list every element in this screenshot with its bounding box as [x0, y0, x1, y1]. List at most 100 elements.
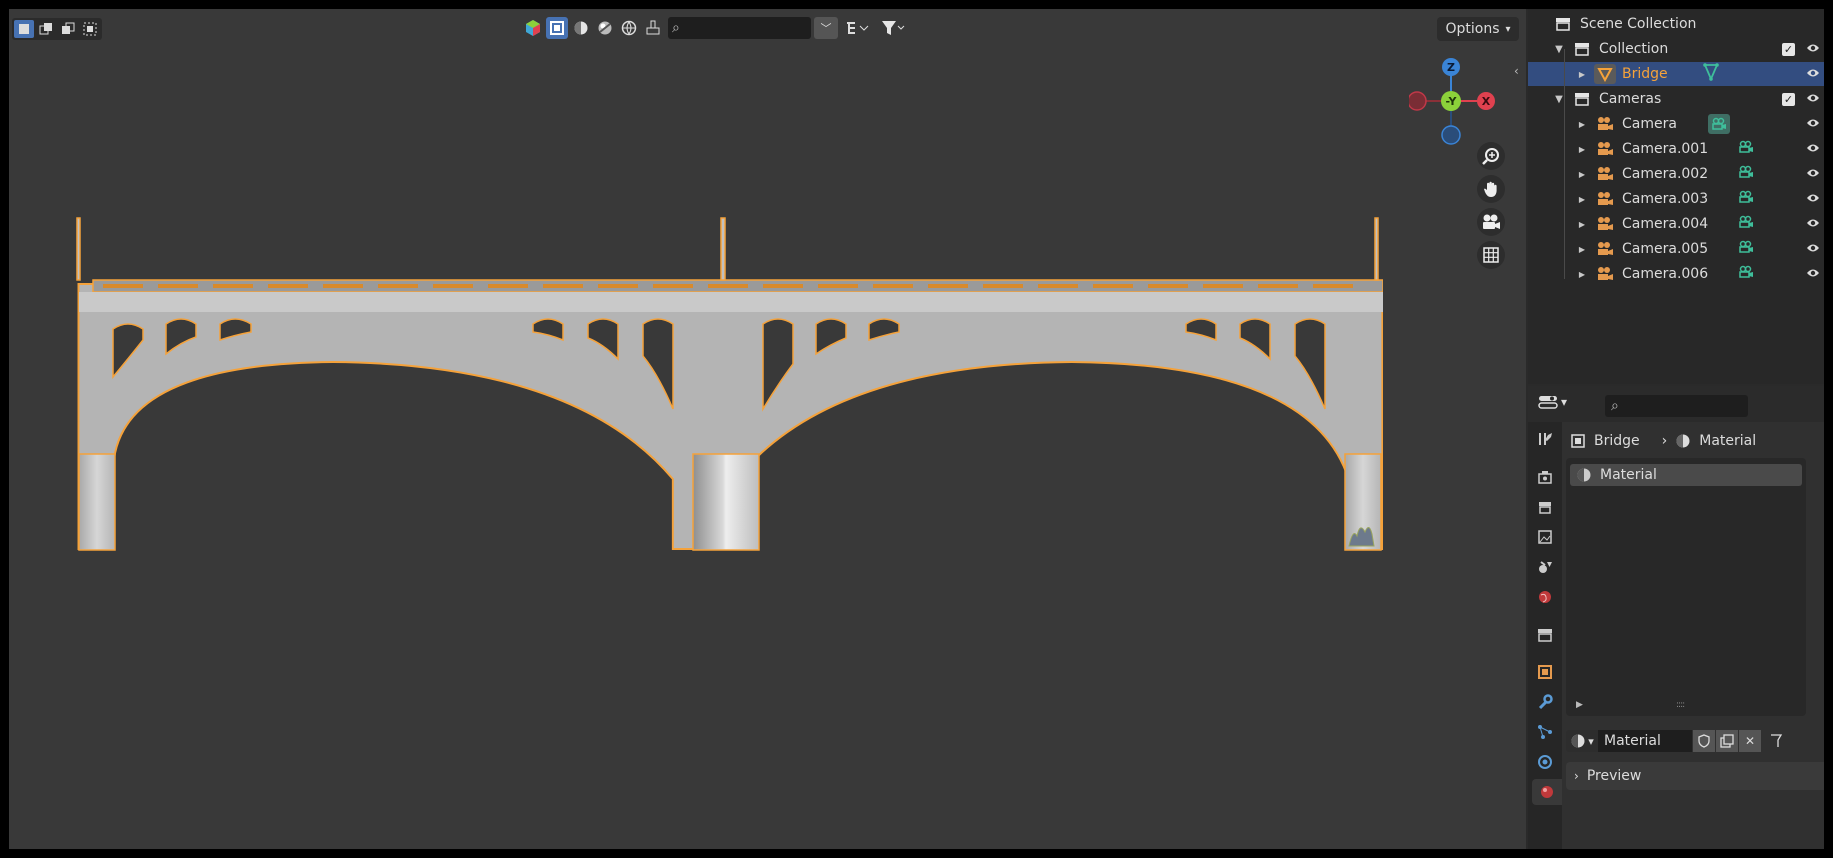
material-sphere-icon	[1571, 734, 1585, 748]
collection-box-icon	[1571, 89, 1593, 109]
material-name-value: Material	[1604, 733, 1661, 749]
fake-user-shield-icon[interactable]	[1693, 730, 1715, 752]
tool-settings-icon[interactable]	[1532, 426, 1558, 452]
expand-right-icon[interactable]: ▶	[1576, 270, 1588, 279]
physics-icon[interactable]	[1532, 749, 1558, 775]
camera-data-icon[interactable]	[1738, 190, 1754, 208]
outliner-row-camera-001[interactable]: ▶ Camera.001	[1528, 137, 1824, 161]
camera-data-icon[interactable]	[1738, 240, 1754, 258]
eye-icon[interactable]	[1806, 166, 1820, 182]
options-dropdown[interactable]: Options ▾	[1437, 17, 1519, 41]
chevron-right-icon: ›	[1574, 769, 1579, 783]
eye-icon[interactable]	[1806, 66, 1820, 82]
ortho-grid-icon[interactable]	[1477, 241, 1505, 269]
outliner-row-scene-collection[interactable]: Scene Collection	[1528, 12, 1824, 36]
expand-right-icon[interactable]: ▶	[1576, 220, 1588, 229]
eye-icon[interactable]	[1806, 91, 1820, 107]
expand-right-icon[interactable]: ▶	[1576, 245, 1588, 254]
select-set-icon[interactable]	[14, 20, 34, 38]
outliner-row-camera-002[interactable]: ▶ Camera.002	[1528, 162, 1824, 186]
outliner-row-bridge[interactable]: ▶ Bridge	[1528, 62, 1824, 86]
select-extend-icon[interactable]	[36, 20, 56, 38]
solid-shading-icon[interactable]	[570, 17, 592, 39]
select-intersect-icon[interactable]	[80, 20, 100, 38]
exclude-checkbox[interactable]: ✓	[1782, 42, 1795, 56]
rendered-shading-icon[interactable]	[618, 17, 640, 39]
properties-search-field[interactable]: ⌕	[1605, 395, 1748, 417]
camera-view-icon[interactable]	[1477, 208, 1505, 236]
eye-icon[interactable]	[1806, 191, 1820, 207]
particles-icon[interactable]	[1532, 719, 1558, 745]
outliner-row-camera[interactable]: ▶ Camera	[1528, 112, 1824, 136]
zoom-icon[interactable]	[1477, 142, 1505, 170]
mesh-data-icon[interactable]	[1703, 63, 1719, 85]
eye-icon[interactable]	[1806, 141, 1820, 157]
node-link-icon[interactable]	[1769, 730, 1789, 752]
3d-viewport[interactable]: ⌕ ﹀ Options ▾ ‹ Z X -Y	[9, 9, 1526, 849]
unlink-close-icon[interactable]: ✕	[1739, 730, 1761, 752]
neg-y-axis-label: -Y	[1446, 95, 1458, 108]
wireframe-xray-icon[interactable]	[546, 17, 568, 39]
pan-hand-icon[interactable]	[1477, 175, 1505, 203]
camera-data-icon[interactable]	[1738, 265, 1754, 283]
duplicate-material-icon[interactable]	[1716, 730, 1738, 752]
render-properties-icon[interactable]	[1532, 464, 1558, 490]
camera-data-icon[interactable]	[1738, 165, 1754, 183]
expand-right-icon[interactable]: ▶	[1576, 170, 1588, 179]
mesh-object-icon	[1594, 64, 1616, 84]
sidebar-collapse-icon[interactable]: ‹	[1514, 64, 1519, 78]
expand-right-icon[interactable]: ▶	[1576, 145, 1588, 154]
camera-object-icon	[1594, 264, 1616, 284]
world-properties-icon[interactable]	[1532, 584, 1558, 610]
resize-grip-icon[interactable]: ::::	[1676, 700, 1685, 710]
filter-funnel-icon[interactable]	[876, 17, 910, 39]
outliner-row-camera-004[interactable]: ▶ Camera.004	[1528, 212, 1824, 236]
material-sphere-icon	[1676, 434, 1690, 448]
eye-icon[interactable]	[1806, 116, 1820, 132]
camera-data-icon[interactable]	[1738, 140, 1754, 158]
view-layer-icon[interactable]	[1532, 524, 1558, 550]
browse-material-button[interactable]: ▾	[1566, 730, 1598, 752]
material-properties-icon[interactable]	[1532, 779, 1562, 805]
neg-x-axis-handle[interactable]	[1409, 91, 1427, 111]
expand-right-icon[interactable]: ▶	[1576, 120, 1588, 129]
material-name-field[interactable]: Material	[1598, 730, 1692, 752]
material-slot-item[interactable]: Material	[1570, 464, 1802, 486]
outliner-panel: Scene Collection ▼ Collection ✓ ▶ Bridge	[1528, 9, 1824, 384]
material-slot-list[interactable]: Material ▶ ::::	[1566, 458, 1806, 716]
exclude-checkbox[interactable]: ✓	[1782, 92, 1795, 106]
material-preview-icon[interactable]	[594, 17, 616, 39]
editor-type-dropdown[interactable]: ▾	[1538, 394, 1567, 410]
bridge-mesh[interactable]	[63, 214, 1383, 554]
outliner-row-cameras[interactable]: ▼ Cameras ✓	[1528, 87, 1824, 111]
gizmo-toggle-icon[interactable]	[522, 17, 544, 39]
collection-properties-icon[interactable]	[1532, 622, 1558, 648]
preview-panel-header[interactable]: › Preview	[1566, 762, 1824, 790]
scene-properties-icon[interactable]	[1532, 554, 1558, 580]
paint-brush-icon[interactable]	[642, 17, 664, 39]
outliner-row-camera-003[interactable]: ▶ Camera.003	[1528, 187, 1824, 211]
eye-icon[interactable]	[1806, 241, 1820, 257]
viewport-search-field[interactable]: ⌕	[668, 17, 811, 39]
expand-right-icon[interactable]: ▶	[1576, 700, 1583, 710]
hierarchy-filter-button[interactable]	[840, 17, 874, 39]
eye-icon[interactable]	[1806, 216, 1820, 232]
camera-object-icon	[1594, 164, 1616, 184]
eye-icon[interactable]	[1806, 41, 1820, 57]
select-subtract-icon[interactable]	[58, 20, 78, 38]
expand-right-icon[interactable]: ▶	[1576, 195, 1588, 204]
outliner-row-camera-005[interactable]: ▶ Camera.005	[1528, 237, 1824, 261]
modifier-wrench-icon[interactable]	[1532, 689, 1558, 715]
eye-icon[interactable]	[1806, 266, 1820, 282]
search-options-dropdown[interactable]: ﹀	[814, 17, 838, 39]
outliner-row-collection[interactable]: ▼ Collection ✓	[1528, 37, 1824, 61]
camera-data-icon[interactable]	[1738, 215, 1754, 233]
object-properties-icon[interactable]	[1532, 659, 1558, 685]
outliner-row-camera-006[interactable]: ▶ Camera.006	[1528, 262, 1824, 286]
properties-header: ▾ ⌕	[1528, 386, 1824, 422]
navigation-gizmo[interactable]: Z X -Y	[1409, 51, 1501, 151]
neg-z-axis-handle[interactable]	[1441, 125, 1461, 145]
expand-right-icon[interactable]: ▶	[1576, 70, 1588, 79]
camera-data-icon[interactable]	[1708, 114, 1730, 134]
output-properties-icon[interactable]	[1532, 494, 1558, 520]
